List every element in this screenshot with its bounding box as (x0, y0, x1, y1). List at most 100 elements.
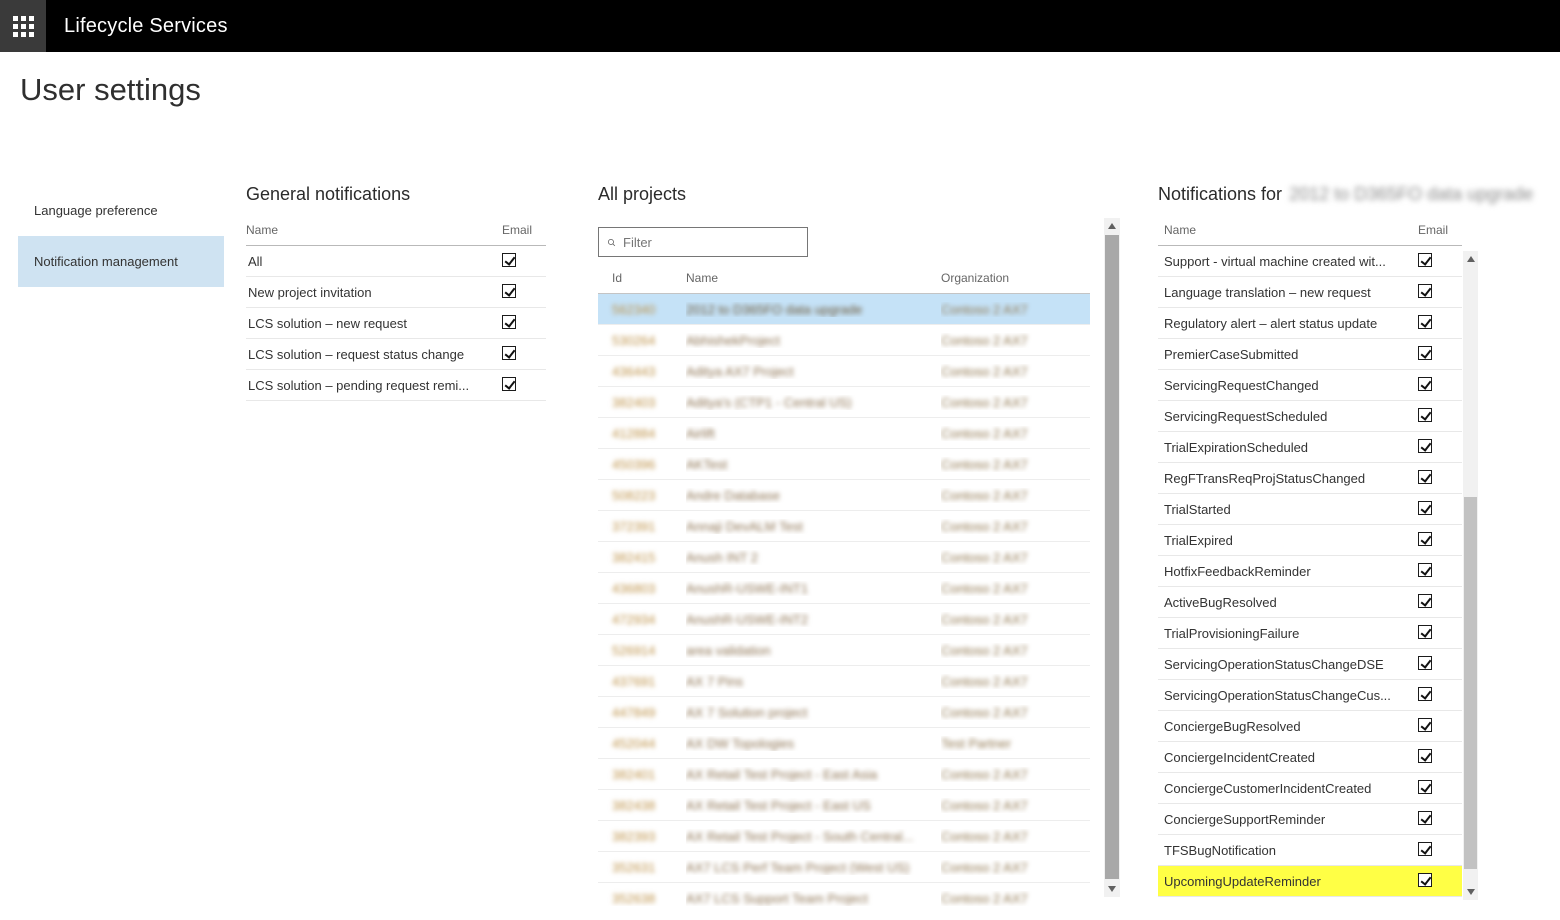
project-row[interactable]: 436803 AnushR-USWE-INT1 Contoso 2 AX7 (598, 573, 1090, 604)
project-id-link[interactable]: 508223 (598, 488, 686, 503)
sidebar-item[interactable]: Notification management (18, 236, 224, 287)
project-name-cell: AX 7 Solution project (686, 705, 941, 720)
email-checkbox[interactable] (1418, 594, 1432, 608)
general-notification-name: LCS solution – request status change (246, 347, 502, 362)
project-row[interactable]: 526914 area validation Contoso 2 AX7 (598, 635, 1090, 666)
project-id-link[interactable]: 412884 (598, 426, 686, 441)
email-checkbox[interactable] (1418, 842, 1432, 856)
projects-scrollbar[interactable] (1104, 218, 1120, 897)
project-id-link[interactable]: 436443 (598, 364, 686, 379)
notification-name: TrialProvisioningFailure (1158, 626, 1418, 641)
email-checkbox[interactable] (1418, 284, 1432, 298)
notification-name: PremierCaseSubmitted (1158, 347, 1418, 362)
email-checkbox[interactable] (1418, 470, 1432, 484)
project-row[interactable]: 412884 Airlift Contoso 2 AX7 (598, 418, 1090, 449)
email-checkbox[interactable] (502, 253, 516, 267)
project-id-link[interactable]: 530264 (598, 333, 686, 348)
project-id-link[interactable]: 437691 (598, 674, 686, 689)
email-checkbox[interactable] (1418, 408, 1432, 422)
project-row[interactable]: 452044 AX DW Topologies Test Partner (598, 728, 1090, 759)
email-checkbox[interactable] (1418, 811, 1432, 825)
notifications-scrollbar-thumb[interactable] (1464, 497, 1477, 869)
project-row[interactable]: 472934 AnushR-USWE-INT2 Contoso 2 AX7 (598, 604, 1090, 635)
project-id-link[interactable]: 452044 (598, 736, 686, 751)
email-checkbox[interactable] (502, 284, 516, 298)
email-checkbox[interactable] (1418, 656, 1432, 670)
project-id-link[interactable]: 372391 (598, 519, 686, 534)
project-row[interactable]: 352638 AX7 LCS Support Team Project Cont… (598, 883, 1090, 906)
project-row[interactable]: 508223 Andre Database Contoso 2 AX7 (598, 480, 1090, 511)
general-notification-row: All (246, 246, 546, 277)
sidebar-item[interactable]: Language preference (18, 185, 224, 236)
project-id-link[interactable]: 352631 (598, 860, 686, 875)
email-checkbox[interactable] (1418, 439, 1432, 453)
email-checkbox[interactable] (1418, 687, 1432, 701)
project-id-link[interactable]: 382401 (598, 767, 686, 782)
project-row[interactable]: 450396 AKTest Contoso 2 AX7 (598, 449, 1090, 480)
project-id-link[interactable]: 352638 (598, 891, 686, 906)
email-checkbox[interactable] (1418, 873, 1432, 887)
app-launcher-button[interactable] (0, 0, 46, 52)
project-org-cell: Contoso 2 AX7 (941, 767, 1090, 782)
column-header-email: Email (502, 223, 546, 237)
project-row[interactable]: 382393 AX Retail Test Project - South Ce… (598, 821, 1090, 852)
scroll-up-button[interactable] (1463, 251, 1478, 267)
project-id-link[interactable]: 382438 (598, 798, 686, 813)
scroll-up-button[interactable] (1104, 218, 1120, 234)
notifications-scrollbar[interactable] (1463, 251, 1478, 900)
all-projects-panel: All projects Id Name Organization 562340… (598, 183, 1090, 906)
project-filter[interactable] (598, 227, 808, 257)
project-id-link[interactable]: 382393 (598, 829, 686, 844)
project-id-link[interactable]: 382403 (598, 395, 686, 410)
project-filter-input[interactable] (623, 235, 799, 250)
project-id-link[interactable]: 382415 (598, 550, 686, 565)
projects-scrollbar-thumb[interactable] (1105, 235, 1119, 879)
project-id-link[interactable]: 526914 (598, 643, 686, 658)
email-checkbox[interactable] (1418, 749, 1432, 763)
project-org-cell: Contoso 2 AX7 (941, 457, 1090, 472)
project-row[interactable]: 530264 AbhishekProject Contoso 2 AX7 (598, 325, 1090, 356)
project-id-link[interactable]: 472934 (598, 612, 686, 627)
email-checkbox[interactable] (502, 315, 516, 329)
email-checkbox[interactable] (1418, 377, 1432, 391)
email-checkbox[interactable] (1418, 625, 1432, 639)
project-id-link[interactable]: 436803 (598, 581, 686, 596)
project-id-link[interactable]: 447849 (598, 705, 686, 720)
general-notification-name: LCS solution – pending request remi... (246, 378, 502, 393)
scroll-down-button[interactable] (1463, 884, 1478, 900)
email-checkbox[interactable] (1418, 315, 1432, 329)
project-name-cell: Airlift (686, 426, 941, 441)
column-header-id: Id (598, 271, 686, 285)
page-title: User settings (20, 72, 201, 108)
notification-row: ActiveBugResolved (1158, 587, 1462, 618)
arrow-down-icon (1108, 886, 1116, 892)
project-notifications-title: Notifications for 2012 to D365FO data up… (1158, 183, 1462, 205)
project-row[interactable]: 382415 Anush INT 2 Contoso 2 AX7 (598, 542, 1090, 573)
scroll-down-button[interactable] (1104, 881, 1120, 897)
project-row[interactable]: 382401 AX Retail Test Project - East Asi… (598, 759, 1090, 790)
project-row[interactable]: 372391 Annaji DevALM Test Contoso 2 AX7 (598, 511, 1090, 542)
project-id-link[interactable]: 450396 (598, 457, 686, 472)
project-row[interactable]: 382438 AX Retail Test Project - East US … (598, 790, 1090, 821)
email-checkbox[interactable] (1418, 718, 1432, 732)
email-checkbox[interactable] (1418, 501, 1432, 515)
email-checkbox[interactable] (502, 377, 516, 391)
notification-name: ConciergeSupportReminder (1158, 812, 1418, 827)
email-checkbox[interactable] (1418, 563, 1432, 577)
project-row[interactable]: 437691 AX 7 Pins Contoso 2 AX7 (598, 666, 1090, 697)
search-icon (607, 235, 616, 250)
project-row[interactable]: 382403 Aditya's (CTP1 - Central US) Cont… (598, 387, 1090, 418)
project-name-cell: AnushR-USWE-INT1 (686, 581, 941, 596)
project-row[interactable]: 447849 AX 7 Solution project Contoso 2 A… (598, 697, 1090, 728)
project-row[interactable]: 352631 AX7 LCS Perf Team Project (West U… (598, 852, 1090, 883)
email-checkbox[interactable] (1418, 532, 1432, 546)
email-checkbox[interactable] (502, 346, 516, 360)
email-checkbox[interactable] (1418, 346, 1432, 360)
project-row[interactable]: 562340 2012 to D365FO data upgrade Conto… (598, 294, 1090, 325)
general-notifications-title: General notifications (246, 183, 546, 205)
email-checkbox[interactable] (1418, 780, 1432, 794)
project-org-cell: Contoso 2 AX7 (941, 519, 1090, 534)
project-id-link[interactable]: 562340 (598, 302, 686, 317)
project-row[interactable]: 436443 Aditya AX7 Project Contoso 2 AX7 (598, 356, 1090, 387)
email-checkbox[interactable] (1418, 253, 1432, 267)
